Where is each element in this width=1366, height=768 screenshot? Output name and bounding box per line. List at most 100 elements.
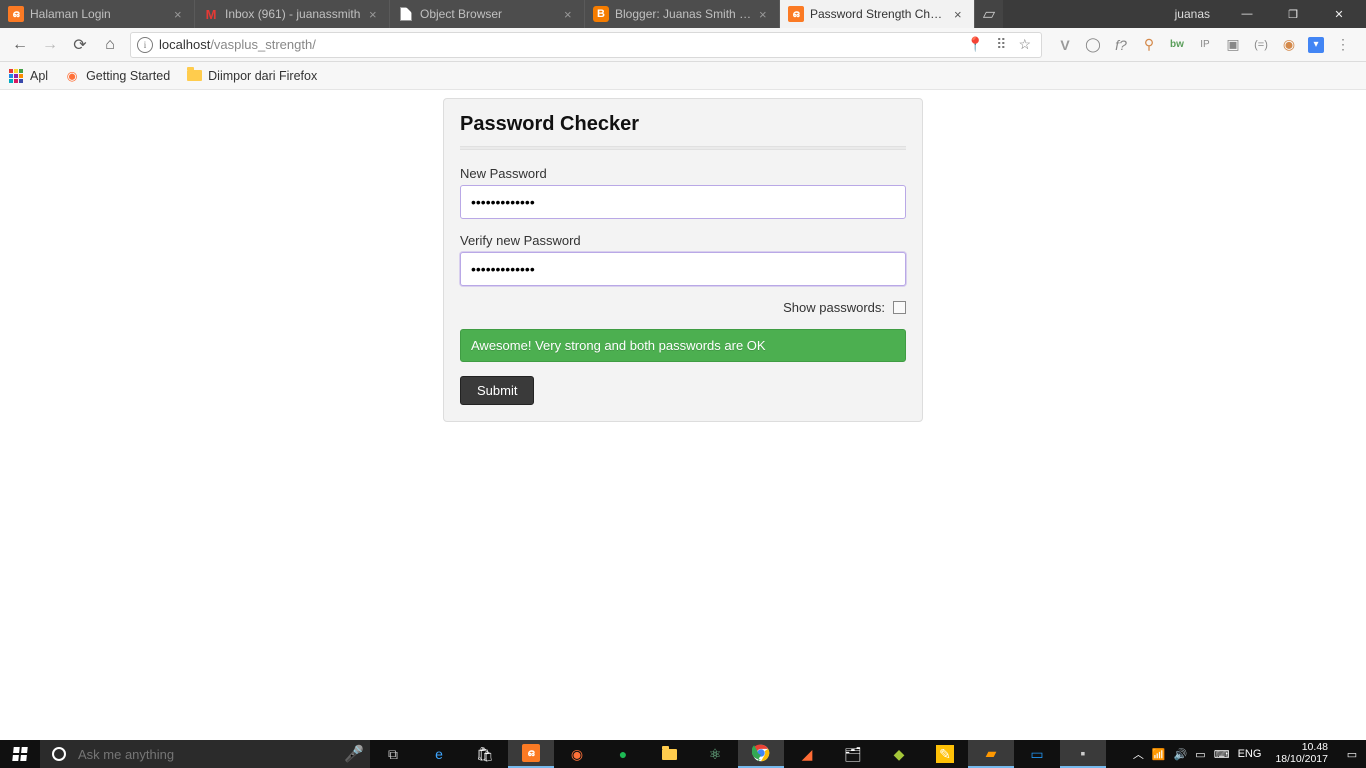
verify-password-label: Verify new Password [460, 233, 906, 248]
getting-started-bookmark[interactable]: ◉ Getting Started [64, 68, 170, 84]
app-yellow-icon[interactable]: ✎ [936, 745, 954, 763]
url-host: localhost [159, 37, 210, 52]
close-icon[interactable]: × [759, 7, 771, 22]
clock[interactable]: 10.48 18/10/2017 [1269, 742, 1334, 765]
app-folder2-icon[interactable]: 🗂 [830, 740, 876, 768]
forward-button[interactable]: → [36, 31, 64, 59]
notifications-icon[interactable]: ▭ [1342, 748, 1362, 761]
window-controls: juanas ― ❐ ✕ [1161, 0, 1366, 28]
bw-extension-icon[interactable]: bw [1168, 39, 1186, 50]
gmail-icon: M [203, 6, 219, 22]
bookmarks-bar: Apl ◉ Getting Started Diimpor dari Firef… [0, 62, 1366, 90]
cortana-input[interactable] [78, 747, 338, 762]
firefox-icon: ◉ [64, 68, 80, 84]
xampp-icon: ഒ [8, 6, 24, 22]
clock-date: 18/10/2017 [1275, 754, 1328, 766]
tab-object-browser[interactable]: Object Browser × [390, 0, 585, 28]
sublime-icon[interactable]: ▰ [968, 740, 1014, 768]
window-titlebar: ഒ Halaman Login × M Inbox (961) - juanas… [0, 0, 1366, 28]
task-view-icon[interactable]: ⧉ [370, 740, 416, 768]
blogger-icon: B [593, 6, 609, 22]
close-icon[interactable]: × [174, 7, 186, 22]
show-passwords-row: Show passwords: [460, 300, 906, 315]
submit-button[interactable]: Submit [460, 376, 534, 405]
show-passwords-checkbox[interactable] [893, 301, 906, 314]
microphone-icon[interactable]: 🎤 [338, 744, 370, 764]
firefox-import-bookmark[interactable]: Diimpor dari Firefox [186, 68, 317, 84]
terminal-icon[interactable]: ▪ [1060, 740, 1106, 768]
url-path: /vasplus_strength/ [210, 37, 316, 52]
atom-icon[interactable]: ⚛ [692, 740, 738, 768]
omnibox[interactable]: i localhost/vasplus_strength/ 📍 ⠿ ☆ [130, 32, 1042, 58]
wifi-icon[interactable]: 📶 [1152, 748, 1166, 761]
new-password-label: New Password [460, 166, 906, 181]
xampp-icon: ഒ [788, 6, 804, 22]
password-checker-card: Password Checker New Password Verify new… [443, 98, 923, 422]
address-bar: ← → ⟳ ⌂ i localhost/vasplus_strength/ 📍 … [0, 28, 1366, 62]
profile-name[interactable]: juanas [1161, 7, 1224, 21]
tab-password-strength[interactable]: ഒ Password Strength Check × [780, 0, 975, 28]
taskbar-apps: ⧉ e 🛍 ഒ ◉ ● ⚛ ◢ 🗂 ◆ ✎ ▰ ▭ ▪ [370, 740, 1106, 768]
taskbar: 🎤 ⧉ e 🛍 ഒ ◉ ● ⚛ ◢ 🗂 ◆ ✎ ▰ ▭ ▪ ︿ 📶 🔊 ▭ ⌨ … [0, 740, 1366, 768]
battery-icon[interactable]: ▭ [1195, 748, 1205, 761]
xampp-taskbar-icon[interactable]: ഒ [508, 740, 554, 768]
v-extension-icon[interactable]: V [1056, 37, 1074, 53]
spotify-icon[interactable]: ● [600, 740, 646, 768]
verify-password-input[interactable] [460, 252, 906, 286]
app-blue-icon[interactable]: ▭ [1014, 740, 1060, 768]
firefox-taskbar-icon[interactable]: ◉ [554, 740, 600, 768]
cookie-extension-icon[interactable]: ◉ [1280, 36, 1298, 53]
star-icon[interactable]: ☆ [1018, 36, 1031, 53]
tab-halaman-login[interactable]: ഒ Halaman Login × [0, 0, 195, 28]
circle-extension-icon[interactable]: ◯ [1084, 36, 1102, 53]
new-password-input[interactable] [460, 185, 906, 219]
close-icon[interactable]: × [954, 7, 966, 22]
keyboard-icon[interactable]: ⌨ [1214, 748, 1230, 761]
reload-button[interactable]: ⟳ [66, 31, 94, 59]
volume-icon[interactable]: 🔊 [1174, 748, 1188, 761]
home-button[interactable]: ⌂ [96, 31, 124, 59]
page-icon [398, 6, 414, 22]
close-icon[interactable]: × [564, 7, 576, 22]
maximize-icon[interactable]: ❐ [1270, 0, 1316, 28]
tab-title: Halaman Login [30, 7, 168, 21]
chrome-taskbar-icon[interactable] [738, 740, 784, 768]
translate-icon[interactable]: ⠿ [996, 36, 1006, 53]
camera-extension-icon[interactable]: ▣ [1224, 36, 1242, 53]
pin-extension-icon[interactable]: ⚲ [1140, 36, 1158, 53]
pin-icon[interactable]: 📍 [967, 36, 984, 53]
page-content: Password Checker New Password Verify new… [0, 90, 1366, 740]
store-icon[interactable]: 🛍 [462, 740, 508, 768]
language-indicator[interactable]: ENG [1238, 748, 1262, 760]
info-icon[interactable]: i [137, 37, 153, 53]
back-button[interactable]: ← [6, 31, 34, 59]
window-close-icon[interactable]: ✕ [1316, 0, 1362, 28]
new-tab-button[interactable]: ▱ [975, 0, 1003, 28]
f-extension-icon[interactable]: f? [1112, 37, 1130, 53]
divider [460, 146, 906, 150]
explorer-icon[interactable] [646, 740, 692, 768]
tab-title: Inbox (961) - juanassmith [225, 7, 363, 21]
start-button[interactable] [0, 740, 40, 768]
system-tray: ︿ 📶 🔊 ▭ ⌨ ENG 10.48 18/10/2017 ▭ [1133, 740, 1366, 768]
edge-icon[interactable]: e [416, 740, 462, 768]
cortana-search[interactable]: 🎤 [40, 740, 370, 768]
app-orange-icon[interactable]: ◢ [784, 740, 830, 768]
strength-alert: Awesome! Very strong and both passwords … [460, 329, 906, 362]
card-heading: Password Checker [460, 113, 906, 136]
ip-extension-icon[interactable]: IP [1196, 39, 1214, 50]
browser-tabs: ഒ Halaman Login × M Inbox (961) - juanas… [0, 0, 1161, 28]
apps-bookmark[interactable]: Apl [8, 68, 48, 84]
blue-extension-icon[interactable]: ▾ [1308, 37, 1324, 53]
android-studio-icon[interactable]: ◆ [876, 740, 922, 768]
apps-icon [8, 68, 24, 84]
tab-inbox[interactable]: M Inbox (961) - juanassmith × [195, 0, 390, 28]
tray-chevron-icon[interactable]: ︿ [1133, 746, 1144, 762]
cortana-icon [52, 747, 66, 761]
menu-icon[interactable]: ⋮ [1334, 36, 1352, 53]
close-icon[interactable]: × [369, 7, 381, 22]
firefox-import-label: Diimpor dari Firefox [208, 69, 317, 83]
brackets-extension-icon[interactable]: (=) [1252, 39, 1270, 51]
tab-blogger[interactable]: B Blogger: Juanas Smith Sh × [585, 0, 780, 28]
minimize-icon[interactable]: ― [1224, 0, 1270, 28]
